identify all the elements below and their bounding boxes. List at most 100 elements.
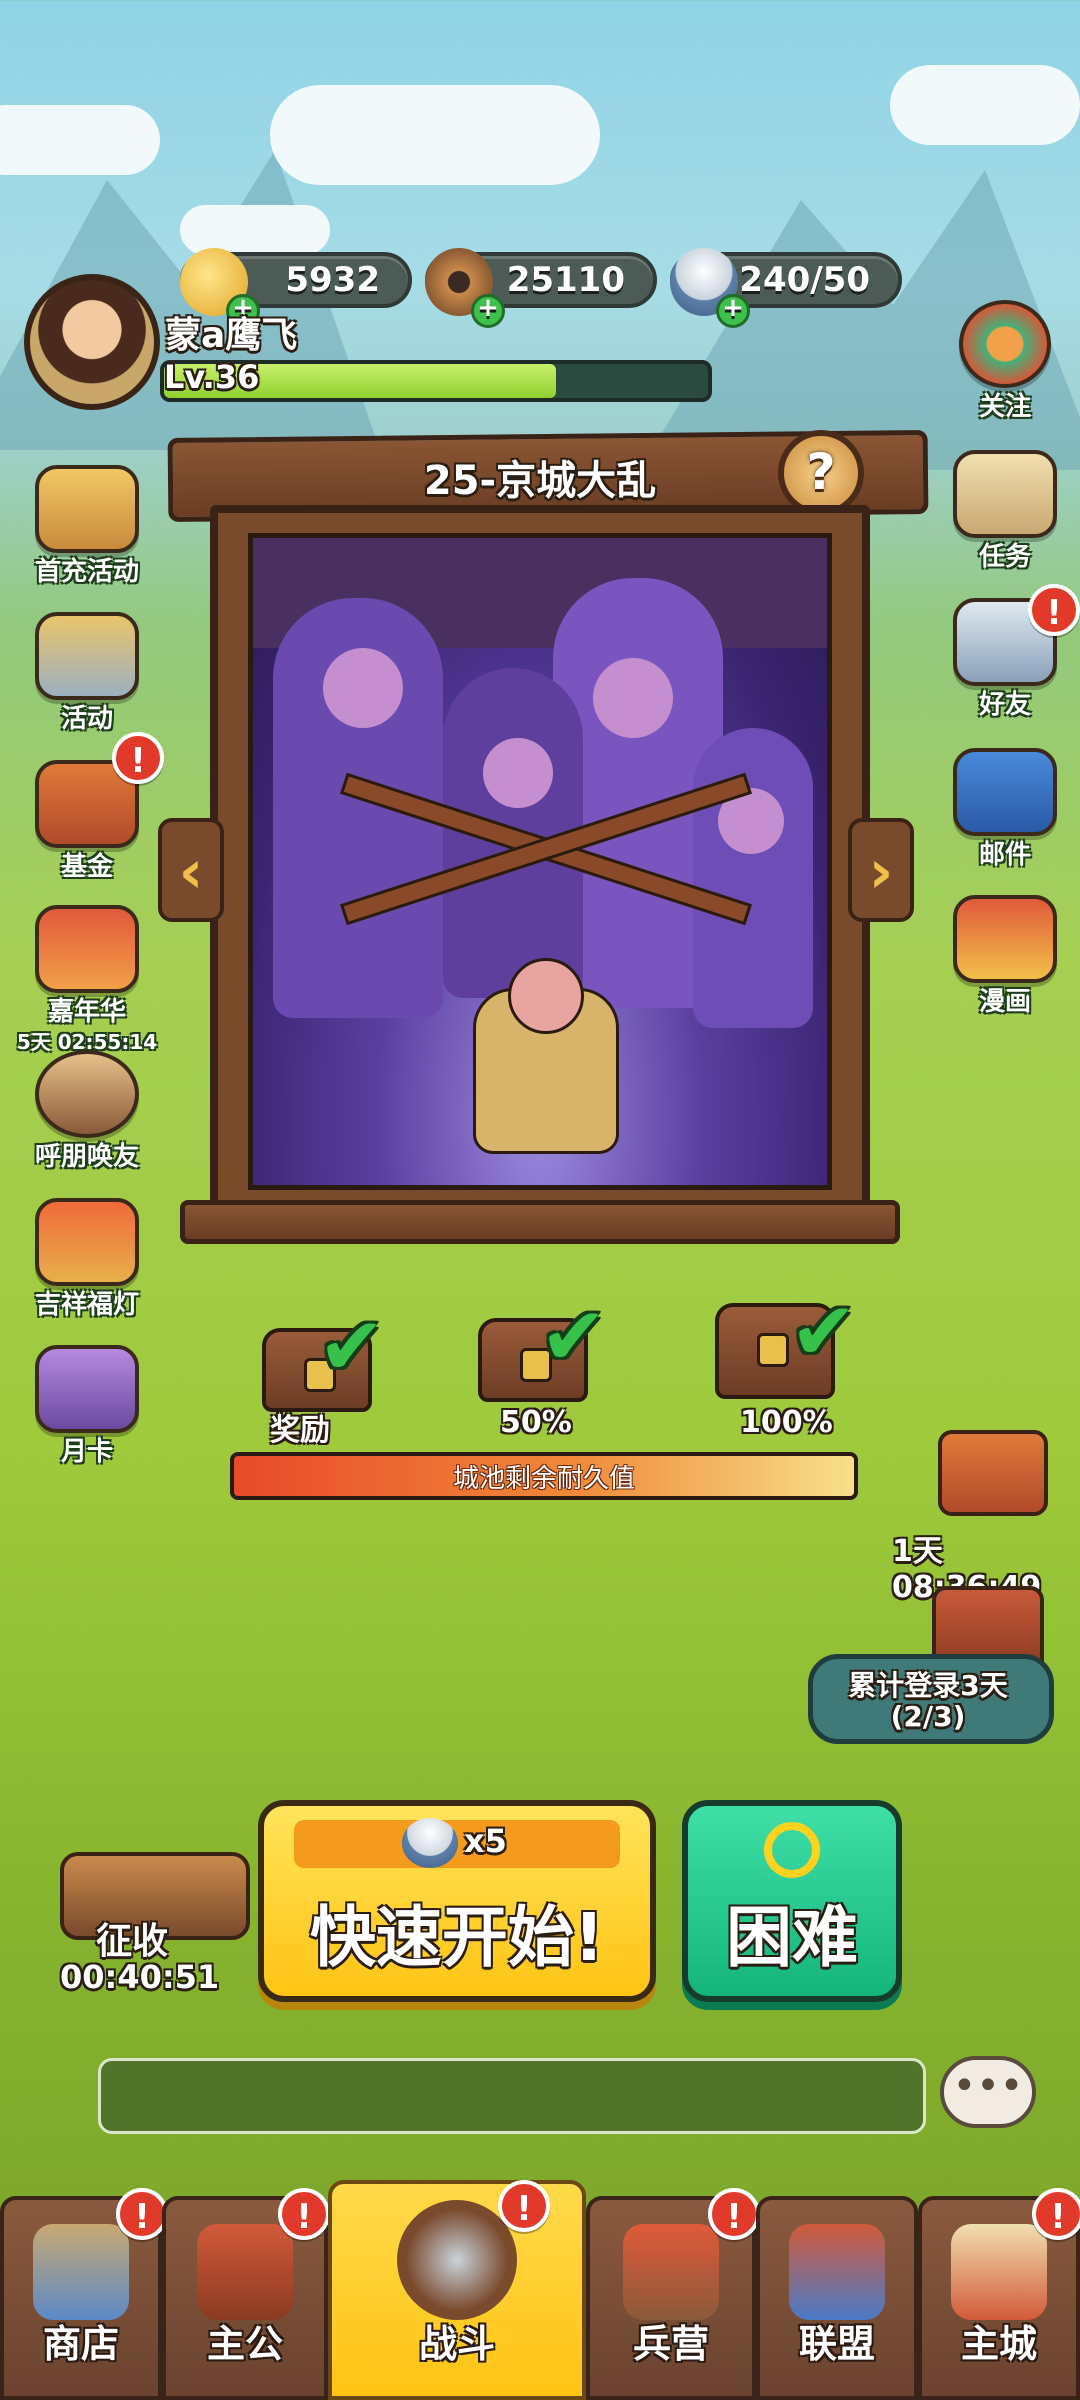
lord-icon — [197, 2224, 293, 2320]
player-avatar[interactable] — [24, 274, 160, 410]
cloud — [270, 85, 600, 185]
tasks-button[interactable]: 任务 — [930, 450, 1080, 573]
gold-counter[interactable]: + 5932 — [180, 248, 412, 328]
quick-start-button[interactable]: x5 快速开始! — [258, 1800, 656, 2002]
comics-label: 漫画 — [978, 987, 1031, 1017]
reward-label-50: 50% — [500, 1405, 572, 1440]
lucky-lantern-label: 吉祥福灯 — [34, 1290, 139, 1320]
login-bonus-progress: (2/3) — [890, 1700, 966, 1733]
follow-icon — [959, 300, 1051, 388]
nav-main-city-label: 主城 — [960, 2322, 1037, 2366]
invite-character-icon — [35, 1050, 139, 1138]
events-button[interactable]: 活动 — [12, 612, 162, 735]
gift-bag-icon — [35, 465, 139, 553]
mail-button[interactable]: 邮件 — [930, 748, 1080, 871]
shop-icon — [33, 2224, 129, 2320]
quick-start-cost: x5 — [464, 1822, 507, 1860]
comics-button[interactable]: 漫画 — [930, 895, 1080, 1018]
claimed-check-icon: ✔ — [318, 1300, 386, 1393]
invite-friends-button[interactable]: 呼朋唤友 — [12, 1050, 162, 1173]
hard-mode-label: 困难 — [726, 1899, 858, 1976]
tasks-label: 任务 — [978, 542, 1031, 572]
add-food-icon[interactable]: + — [716, 294, 750, 328]
prev-stage-arrow-icon[interactable]: ‹ — [158, 818, 224, 922]
food-counter[interactable]: + 240/50 — [670, 248, 902, 328]
follow-button[interactable]: 关注 — [930, 300, 1080, 423]
friends-label: 好友 — [978, 690, 1031, 720]
rice-bowl-icon — [402, 1818, 458, 1868]
stage-help-button[interactable]: ? — [778, 430, 864, 516]
login-bonus-label: 累计登录3天 — [848, 1669, 1008, 1702]
alert-badge-icon: ! — [278, 2188, 330, 2240]
nav-alliance-label: 联盟 — [798, 2322, 875, 2366]
claimed-check-icon: ✔ — [540, 1290, 608, 1383]
comic-book-icon — [953, 895, 1057, 983]
cloud — [0, 105, 160, 175]
cloud — [890, 65, 1080, 145]
reward-label-stage: 奖励 — [270, 1413, 330, 1448]
nav-tab-barracks[interactable]: 兵营 ! — [586, 2188, 760, 2400]
friends-button[interactable]: 好友 ! — [930, 584, 1080, 721]
claimed-check-icon: ✔ — [790, 1285, 858, 1378]
carnival-icon — [35, 905, 139, 993]
scroll-quill-icon — [953, 450, 1057, 538]
coin-counter[interactable]: + 25110 — [425, 248, 657, 328]
alert-badge-icon: ! — [112, 732, 164, 784]
next-stage-arrow-icon[interactable]: › — [848, 818, 914, 922]
player-name: 蒙a鹰飞 — [165, 315, 298, 356]
alliance-icon — [789, 2224, 885, 2320]
barracks-icon — [623, 2224, 719, 2320]
stage-frame-base — [180, 1200, 900, 1244]
main-city-icon — [951, 2224, 1047, 2320]
chat-bubble-icon[interactable]: ••• — [940, 2056, 1036, 2128]
cloud — [180, 205, 330, 255]
nav-shop-label: 商店 — [42, 2322, 119, 2366]
monthly-card-label: 月卡 — [60, 1437, 113, 1467]
nav-lord-label: 主公 — [206, 2322, 283, 2366]
gold-value: 5932 — [285, 260, 380, 300]
mail-label: 邮件 — [978, 840, 1031, 870]
fund-label: 基金 — [60, 852, 113, 882]
hard-mode-button[interactable]: 困难 — [682, 1800, 902, 2002]
alert-badge-icon: ! — [1032, 2188, 1080, 2240]
chat-bar[interactable] — [98, 2058, 926, 2134]
collect-label: 征收 — [96, 1921, 169, 1962]
nav-tab-alliance[interactable]: 联盟 — [756, 2196, 918, 2400]
nav-tab-battle[interactable]: 战斗 ! — [328, 2180, 586, 2400]
stage-illustration — [248, 533, 832, 1190]
nav-tab-lord[interactable]: 主公 ! — [162, 2188, 330, 2400]
add-coin-icon[interactable]: + — [471, 294, 505, 328]
events-chest-icon — [35, 612, 139, 700]
follow-label: 关注 — [978, 392, 1031, 422]
collect-timer: 00:40:51 — [60, 1958, 220, 1996]
first-recharge-button[interactable]: 首充活动 — [12, 465, 162, 588]
lantern-icon — [35, 1198, 139, 1286]
alert-badge-icon: ! — [708, 2188, 760, 2240]
refresh-cycle-icon — [764, 1822, 820, 1878]
first-recharge-label: 首充活动 — [34, 557, 139, 587]
nav-barracks-label: 兵营 — [632, 2322, 709, 2366]
mail-icon — [953, 748, 1057, 836]
carnival-button[interactable]: 嘉年华 5天 02:55:14 — [12, 905, 162, 1055]
lucky-lantern-button[interactable]: 吉祥福灯 — [12, 1198, 162, 1321]
carnival-label: 嘉年华 — [47, 997, 126, 1027]
nav-tab-shop[interactable]: 商店 ! — [0, 2188, 168, 2400]
monthly-card-icon — [35, 1345, 139, 1433]
nav-tab-main-city[interactable]: 主城 ! — [918, 2188, 1080, 2400]
player-level: Lv.36 — [164, 358, 260, 396]
fund-button[interactable]: 基金 ! — [12, 732, 164, 883]
reward-label-100: 100% — [740, 1405, 833, 1440]
stage-frame — [210, 505, 870, 1220]
coin-value: 25110 — [506, 260, 625, 300]
alert-badge-icon: ! — [1028, 584, 1080, 636]
invite-friends-label: 呼朋唤友 — [34, 1142, 139, 1172]
stage-title: 25-京城大乱 — [423, 458, 657, 504]
help-label: ? — [806, 443, 836, 501]
alert-badge-icon: ! — [498, 2180, 550, 2232]
food-value: 240/50 — [739, 260, 870, 300]
monthly-card-button[interactable]: 月卡 — [12, 1345, 162, 1468]
events-label: 活动 — [60, 704, 113, 734]
battle-icon — [397, 2200, 517, 2320]
timed-chest-icon[interactable] — [938, 1430, 1048, 1516]
nav-battle-label: 战斗 — [418, 2322, 495, 2366]
